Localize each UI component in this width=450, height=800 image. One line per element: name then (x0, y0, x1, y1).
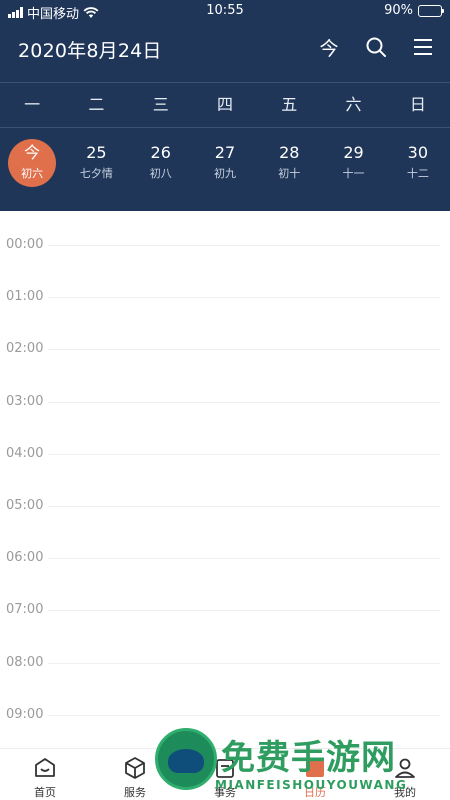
date-number: 28 (279, 143, 300, 162)
hour-row[interactable]: 07:00 (0, 584, 450, 636)
hour-row[interactable]: 05:00 (0, 480, 450, 532)
lunar-date: 十一 (342, 167, 365, 180)
battery-percent: 90% (384, 3, 413, 18)
hour-label: 03:00 (6, 393, 44, 409)
date-cell[interactable]: 25 七夕情 (64, 128, 128, 210)
date-row: 今初六 25 七夕情 26 初八 27 初九 28 初十 29 十一 30 十二 (0, 128, 450, 210)
weekday-label: 日 (409, 95, 426, 114)
weekday-row: 一二三四五六日 (0, 83, 450, 127)
hour-label: 05:00 (6, 498, 44, 513)
nav-tasks-label: 事务 (214, 786, 236, 799)
nav-tasks[interactable]: 事务 (180, 749, 270, 800)
hour-row[interactable]: 08:00 (0, 637, 450, 689)
date-number: 30 (407, 143, 428, 162)
home-icon (32, 755, 58, 781)
hour-row[interactable]: 04:00 (0, 428, 450, 480)
date-cell[interactable]: 26 初八 (129, 128, 193, 210)
search-button[interactable] (363, 34, 389, 60)
hour-label: 01:00 (6, 289, 44, 305)
status-bar: 中国移动 10:55 90% (0, 0, 450, 22)
hour-row[interactable]: 02:00 (0, 323, 450, 375)
hour-label: 07:00 (6, 602, 44, 618)
lunar-date: 十二 (406, 167, 429, 180)
nav-calendar-label: 日历 (304, 786, 326, 799)
hour-gridline (48, 401, 440, 403)
hour-label: 06:00 (6, 550, 44, 566)
calendar-icon (302, 755, 328, 781)
weekday-label: 五 (281, 95, 298, 114)
hour-label: 02:00 (6, 341, 44, 357)
nav-home-label: 首页 (34, 786, 56, 799)
calendar-screen: 中国移动 10:55 90% 2020年8月24日 今 一 二 三 四 五 六 日 今 初六… (0, 0, 450, 800)
box-icon (122, 755, 148, 781)
page-title[interactable]: 2020年8月24日 (18, 36, 162, 63)
hour-row[interactable]: 03:00 (0, 376, 450, 428)
hour-label: 00:00 (6, 237, 44, 252)
hour-label: 08:00 (6, 654, 44, 670)
nav-calendar[interactable]: 日历 (270, 749, 360, 800)
nav-mine-label: 我的 (394, 786, 416, 799)
lunar-date: 初九 (213, 167, 236, 180)
title-bar: 2020年8月24日 今 (0, 22, 450, 82)
nav-service[interactable]: 服务 (90, 749, 180, 800)
weekday-label: 三 (152, 95, 169, 114)
hour-gridline (48, 245, 440, 246)
battery-icon (418, 4, 444, 17)
hour-label: 09:00 (6, 706, 44, 722)
status-time: 10:55 (206, 3, 244, 18)
date-number: 26 (150, 143, 171, 162)
weekday-label: 四 (216, 95, 233, 114)
date-number: 25 (86, 143, 107, 162)
weekday-label: 六 (345, 95, 362, 114)
weekday-label: 一 (24, 95, 41, 114)
hour-gridline (48, 714, 440, 716)
date-cell[interactable]: 28 初十 (257, 128, 321, 210)
lunar-date: 七夕情 (79, 167, 113, 180)
search-icon (366, 37, 386, 57)
hour-row[interactable]: 00:00 (0, 219, 450, 271)
hour-row[interactable]: 06:00 (0, 532, 450, 584)
nav-home[interactable]: 首页 (0, 749, 90, 800)
task-icon (212, 755, 238, 781)
hour-label: 04:00 (6, 445, 44, 461)
date-cell[interactable]: 29 十一 (321, 128, 385, 210)
weekday-label: 二 (88, 95, 105, 114)
lunar-date: 初八 (149, 167, 172, 180)
date-number: 27 (214, 143, 236, 162)
hour-gridline (48, 610, 440, 612)
status-right: 90% (384, 3, 444, 18)
hour-gridline (48, 662, 440, 664)
day-timeline[interactable]: 00:00 01:00 02:00 03:00 04:00 05:00 06:00 07:00… (0, 211, 450, 748)
hour-gridline (48, 349, 440, 351)
calendar-header: 中国移动 10:55 90% 2020年8月24日 今 一 二 三 四 五 六 日 今 初六… (0, 0, 450, 211)
today-button[interactable]: 今 (316, 34, 342, 60)
nav-service-label: 服务 (124, 786, 146, 799)
nav-mine[interactable]: 我的 (360, 749, 450, 800)
hour-gridline (48, 558, 440, 560)
lunar-date: 初六 (21, 167, 44, 180)
date-cell[interactable]: 30 十二 (386, 128, 450, 210)
date-number: 29 (343, 143, 364, 162)
lunar-date: 初十 (278, 167, 301, 180)
hour-row[interactable]: 01:00 (0, 271, 450, 323)
date-cell[interactable]: 27 初九 (193, 128, 257, 210)
hour-row[interactable]: 09:00 (0, 689, 450, 741)
date-number: 今 (24, 143, 41, 162)
hour-gridline (48, 453, 440, 455)
hour-gridline (48, 297, 440, 299)
menu-icon (414, 39, 432, 55)
bottom-nav: 首页 服务 事务 日历 我的 (0, 748, 450, 800)
user-icon (392, 755, 418, 781)
date-cell-today[interactable]: 今初六 (0, 128, 64, 210)
menu-button[interactable] (410, 34, 436, 60)
hour-gridline (48, 506, 440, 507)
